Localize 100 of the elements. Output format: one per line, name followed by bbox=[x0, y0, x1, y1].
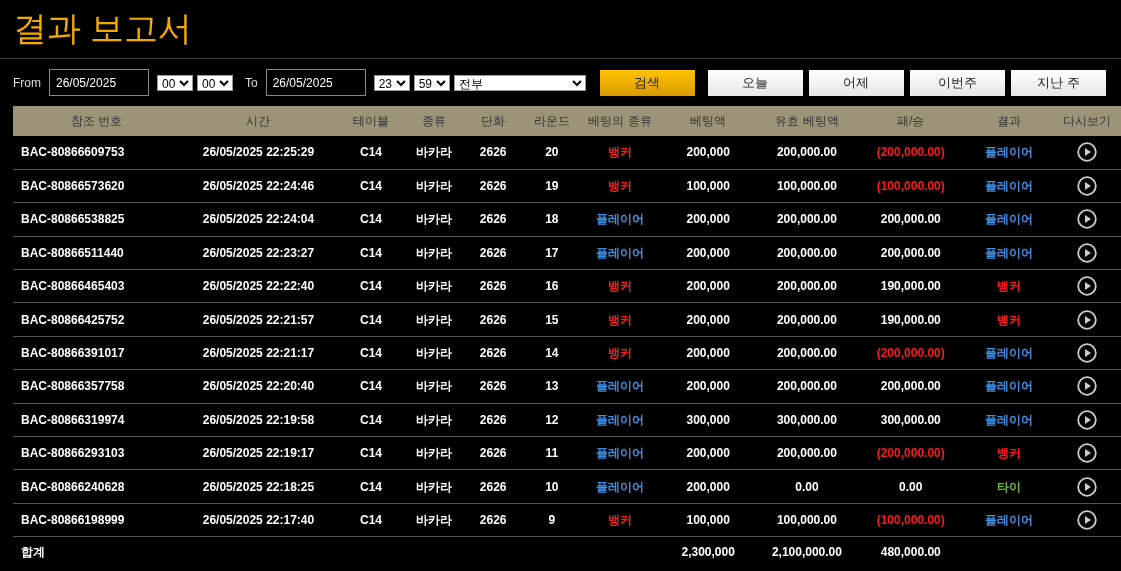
table-cell: C14 bbox=[336, 436, 406, 470]
column-header: 베팅액 bbox=[658, 106, 758, 136]
win-loss-cell: (100,000.00) bbox=[856, 169, 966, 203]
play-icon[interactable] bbox=[1076, 309, 1097, 330]
win-loss-cell: 190,000.00 bbox=[856, 302, 966, 337]
win-loss-cell: (200,000.00) bbox=[856, 336, 966, 370]
play-icon[interactable] bbox=[1076, 276, 1097, 297]
valid-bet-cell: 200,000.00 bbox=[757, 302, 857, 337]
time-cell: 26/05/2025 22:24:04 bbox=[180, 202, 337, 237]
dealer-cell: 2626 bbox=[463, 269, 523, 303]
reference-cell: BAC-80866609753 bbox=[13, 136, 181, 170]
bet-amount-cell: 200,000 bbox=[658, 136, 758, 170]
win-loss-cell: 300,000.00 bbox=[856, 403, 966, 437]
search-button[interactable]: 검색 bbox=[600, 69, 695, 96]
play-icon[interactable] bbox=[1076, 476, 1097, 497]
game-cell: 바카라 bbox=[405, 336, 464, 370]
table-cell: C14 bbox=[336, 169, 406, 203]
play-icon[interactable] bbox=[1076, 443, 1097, 464]
play-icon[interactable] bbox=[1076, 510, 1097, 530]
round-cell: 20 bbox=[522, 136, 582, 170]
round-cell: 17 bbox=[522, 236, 582, 270]
game-cell: 바카라 bbox=[405, 269, 464, 303]
date-field[interactable]: 26/05/2025 bbox=[265, 69, 366, 96]
valid-bet-cell: 200,000.00 bbox=[757, 136, 857, 170]
play-icon[interactable] bbox=[1076, 176, 1097, 197]
round-cell: 13 bbox=[522, 369, 582, 404]
date-preset-button[interactable]: 오늘 bbox=[708, 69, 803, 96]
round-cell: 15 bbox=[522, 302, 582, 337]
reference-cell: BAC-80866465403 bbox=[13, 269, 181, 303]
dealer-cell: 2626 bbox=[463, 336, 523, 370]
win-loss-cell: 200,000.00 bbox=[856, 369, 966, 404]
date-preset-button[interactable]: 어제 bbox=[809, 69, 904, 96]
win-loss-cell: (100,000.00) bbox=[856, 503, 966, 537]
from-label: From bbox=[13, 74, 41, 92]
column-header: 패/승 bbox=[856, 106, 966, 136]
column-header: 참조 번호 bbox=[13, 106, 181, 136]
round-cell: 12 bbox=[522, 403, 582, 437]
dealer-cell: 2626 bbox=[463, 236, 523, 270]
play-icon[interactable] bbox=[1076, 409, 1097, 430]
table-cell: C14 bbox=[336, 302, 406, 337]
play-icon[interactable] bbox=[1076, 343, 1097, 364]
bet-type-cell: 플레이어 bbox=[581, 236, 659, 270]
win-loss-cell: 0.00 bbox=[856, 469, 966, 504]
table-cell: C14 bbox=[336, 136, 406, 170]
dealer-cell: 2626 bbox=[463, 202, 523, 237]
bet-amount-cell: 200,000 bbox=[658, 269, 758, 303]
column-header: 종류 bbox=[405, 106, 464, 136]
game-cell: 바카라 bbox=[405, 136, 464, 170]
play-icon[interactable] bbox=[1076, 376, 1097, 397]
date-preset-button[interactable]: 이번주 bbox=[910, 69, 1005, 96]
play-icon[interactable] bbox=[1076, 242, 1097, 263]
column-header: 단화 bbox=[463, 106, 523, 136]
bet-type-cell: 뱅커 bbox=[581, 269, 659, 303]
time-cell: 26/05/2025 22:21:57 bbox=[180, 302, 337, 337]
reference-cell: BAC-80866573620 bbox=[13, 169, 181, 203]
result-cell: 플레이어 bbox=[965, 503, 1053, 537]
play-icon[interactable] bbox=[1076, 142, 1097, 163]
bet-amount-cell: 100,000 bbox=[658, 169, 758, 203]
result-cell: 플레이어 bbox=[965, 136, 1053, 170]
column-header: 결과 bbox=[965, 106, 1053, 136]
bet-amount-cell: 200,000 bbox=[658, 469, 758, 504]
table-cell: C14 bbox=[336, 202, 406, 237]
reference-cell: BAC-80866511440 bbox=[13, 236, 181, 270]
game-cell: 바카라 bbox=[405, 436, 464, 470]
bet-type-select[interactable]: 전부 bbox=[453, 74, 586, 91]
time-cell: 26/05/2025 22:23:27 bbox=[180, 236, 337, 270]
dealer-cell: 2626 bbox=[463, 302, 523, 337]
game-cell: 바카라 bbox=[405, 202, 464, 237]
valid-bet-cell: 0.00 bbox=[757, 469, 857, 504]
minute-select[interactable]: 59 bbox=[413, 74, 450, 91]
bet-amount-cell: 300,000 bbox=[658, 403, 758, 437]
column-header: 시간 bbox=[180, 106, 337, 136]
bet-type-cell: 플레이어 bbox=[581, 469, 659, 504]
bet-type-cell: 플레이어 bbox=[581, 369, 659, 404]
time-cell: 26/05/2025 22:24:46 bbox=[180, 169, 337, 203]
date-field[interactable]: 26/05/2025 bbox=[49, 69, 149, 96]
minute-select[interactable]: 00 bbox=[197, 74, 233, 91]
bet-amount-cell: 200,000 bbox=[658, 336, 758, 370]
table-cell: C14 bbox=[336, 403, 406, 437]
game-cell: 바카라 bbox=[405, 369, 464, 404]
hour-select[interactable]: 00 bbox=[157, 74, 193, 91]
round-cell: 11 bbox=[522, 436, 582, 470]
result-cell: 플레이어 bbox=[965, 336, 1053, 370]
reference-cell: BAC-80866538825 bbox=[13, 202, 181, 237]
result-cell: 뱅커 bbox=[965, 436, 1053, 470]
round-cell: 16 bbox=[522, 269, 582, 303]
result-cell: 타이 bbox=[965, 469, 1053, 504]
total-bet-cell: 2,300,000 bbox=[658, 536, 758, 567]
play-icon[interactable] bbox=[1076, 209, 1097, 230]
bet-type-cell: 뱅커 bbox=[581, 136, 659, 170]
game-cell: 바카라 bbox=[405, 169, 464, 203]
valid-bet-cell: 200,000.00 bbox=[757, 336, 857, 370]
bet-amount-cell: 100,000 bbox=[658, 503, 758, 537]
total-win-loss-cell: 480,000.00 bbox=[856, 536, 966, 567]
result-cell: 플레이어 bbox=[965, 369, 1053, 404]
column-header: 다시보기 bbox=[1052, 106, 1121, 136]
bet-type-cell: 뱅커 bbox=[581, 169, 659, 203]
dealer-cell: 2626 bbox=[463, 436, 523, 470]
hour-select[interactable]: 23 bbox=[373, 74, 410, 91]
date-preset-button[interactable]: 지난 주 bbox=[1011, 69, 1106, 96]
